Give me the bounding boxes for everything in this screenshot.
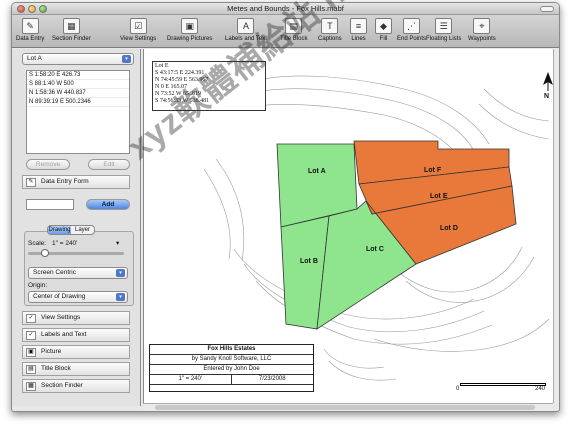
toolbar-title-block-button[interactable]: ▤ Title Block	[280, 18, 307, 42]
waypoints-icon: ⌖	[473, 18, 491, 34]
chevron-updown-icon: ▾	[122, 55, 131, 63]
origin-select[interactable]: Center of Drawing ▾	[28, 291, 128, 303]
list-item[interactable]: S 88:1:40 W 500	[27, 80, 129, 89]
scrollbar-thumb[interactable]	[155, 405, 535, 410]
scale-bar-end: 240	[535, 386, 546, 392]
scale-bar	[460, 383, 546, 386]
view-settings-icon: ☑	[129, 18, 147, 34]
form-icon: ✎	[26, 178, 36, 187]
screen-mode-select[interactable]: Screen Centric ▾	[28, 267, 128, 279]
title-block-title: Fox Hills Estates	[150, 345, 313, 355]
floating-lists-icon: ☰	[435, 18, 453, 34]
drawing-canvas[interactable]: Lot A Lot B Lot C Lot F Lot E Lot D Lot …	[143, 49, 553, 403]
check-icon: ✓	[26, 331, 36, 340]
lot-d-label: Lot D	[440, 225, 458, 232]
vertical-scrollbar[interactable]	[553, 49, 559, 403]
data-entry-icon: ✎	[21, 18, 39, 34]
lot-select[interactable]: Lot A ▾	[22, 53, 134, 65]
section-finder-button[interactable]: ▦ Section Finder	[22, 379, 130, 393]
toolbar-waypoints-button[interactable]: ⌖ Waypoints	[468, 18, 496, 42]
toolbar-floating-lists-button[interactable]: ☰ Floating Lists	[426, 18, 461, 42]
scale-slider[interactable]	[28, 249, 124, 257]
lot-b-label: Lot B	[300, 258, 318, 265]
title-block-entered: Entered by John Doe	[150, 365, 313, 375]
title-block-scale: 1" = 240'	[150, 375, 232, 385]
call-entry-field[interactable]	[26, 199, 74, 210]
labels-text-icon: A	[237, 18, 255, 34]
lot-c-label: Lot C	[366, 246, 384, 253]
chevron-down-icon[interactable]: ▾	[116, 239, 119, 247]
toolbar-drawing-pictures-button[interactable]: ▣ Drawing Pictures	[167, 18, 212, 42]
origin-label: Origin:	[28, 282, 48, 289]
picture-button[interactable]: ▣ Picture	[22, 345, 130, 359]
title-block-author: by Sandy Knoll Software, LLC	[150, 355, 313, 365]
lot-e-label: Lot E	[430, 193, 448, 200]
toolbar-lines-button[interactable]: ≡ Lines	[350, 18, 367, 42]
scale-bar-start: 0	[456, 386, 460, 392]
title-block: Fox Hills Estates by Sandy Knoll Softwar…	[149, 344, 314, 392]
lot-a-label: Lot A	[308, 168, 326, 175]
list-item[interactable]: S 1:58:20 E 426.73	[27, 71, 129, 80]
labels-text-button[interactable]: ✓ Labels and Text	[22, 328, 130, 342]
title-block-icon: ▤	[285, 18, 303, 34]
title-block-button[interactable]: ▤ Title Block	[22, 362, 130, 376]
sidebar: Lot A ▾ S 1:58:20 E 426.73 S 88:1:40 W 5…	[12, 49, 141, 406]
drawing-pictures-icon: ▣	[181, 18, 199, 34]
toolbar-labels-text-button[interactable]: A Labels and Text	[225, 18, 267, 42]
north-label: N	[544, 93, 549, 99]
lot-e-callout: Lot E S 43:17:5 E 224.391 N 74:45:59 E 5…	[152, 61, 266, 111]
list-item[interactable]: N 89:39:19 E 500.2346	[27, 98, 129, 107]
picture-icon: ▣	[26, 348, 36, 357]
lines-icon: ≡	[350, 18, 367, 34]
scale-value[interactable]: 1" = 240'	[52, 240, 77, 247]
list-item[interactable]: N 1:58:36 W 440.837	[27, 89, 129, 98]
end-points-icon: ⋰	[403, 18, 421, 34]
lot-f-label: Lot F	[424, 167, 442, 174]
chevron-updown-icon: ▾	[116, 293, 125, 301]
title-block-date: 7/23/2008	[231, 375, 313, 385]
app-window: Metes and Bounds - Fox Hills.mabf ✎ Data…	[11, 2, 560, 412]
toolbar-section-finder-button[interactable]: ▦ Section Finder	[52, 18, 91, 42]
drawing-layer-tabs: Drawing Layer	[47, 225, 95, 235]
fill-icon: ◆	[375, 18, 392, 34]
title-block-icon: ▤	[26, 365, 36, 374]
add-button[interactable]: Add	[86, 199, 130, 210]
chevron-updown-icon: ▾	[116, 269, 125, 277]
section-finder-icon: ▦	[62, 18, 80, 34]
horizontal-scrollbar[interactable]	[143, 403, 553, 411]
toolbar-fill-button[interactable]: ◆ Fill	[375, 18, 392, 42]
captions-icon: T	[321, 18, 339, 34]
calls-list[interactable]: S 1:58:20 E 426.73 S 88:1:40 W 500 N 1:5…	[26, 70, 130, 154]
toolbar-captions-button[interactable]: T Captions	[318, 18, 342, 42]
toolbar-data-entry-button[interactable]: ✎ Data Entry	[16, 18, 44, 42]
data-entry-form-button[interactable]: ✎ Data Entry Form	[22, 175, 130, 189]
window-title: Metes and Bounds - Fox Hills.mabf	[227, 4, 344, 13]
toolbar-end-points-button[interactable]: ⋰ End Points	[397, 18, 426, 42]
tab-layer[interactable]: Layer	[71, 226, 94, 234]
toolbar: ✎ Data Entry ▦ Section Finder ☑ View Set…	[12, 15, 559, 48]
scale-label: Scale:	[28, 240, 47, 247]
tab-drawing[interactable]: Drawing	[48, 226, 71, 234]
section-finder-icon: ▦	[26, 382, 36, 391]
check-icon: ✓	[26, 314, 36, 323]
title-bar: Metes and Bounds - Fox Hills.mabf	[12, 3, 559, 15]
view-settings-button[interactable]: ✓ View Settings	[22, 311, 130, 325]
toolbar-view-settings-button[interactable]: ☑ View Settings	[120, 18, 156, 42]
remove-button[interactable]: Remove	[26, 159, 70, 170]
toolbar-toggle-button[interactable]	[540, 6, 554, 12]
edit-button[interactable]: Edit	[88, 159, 130, 170]
